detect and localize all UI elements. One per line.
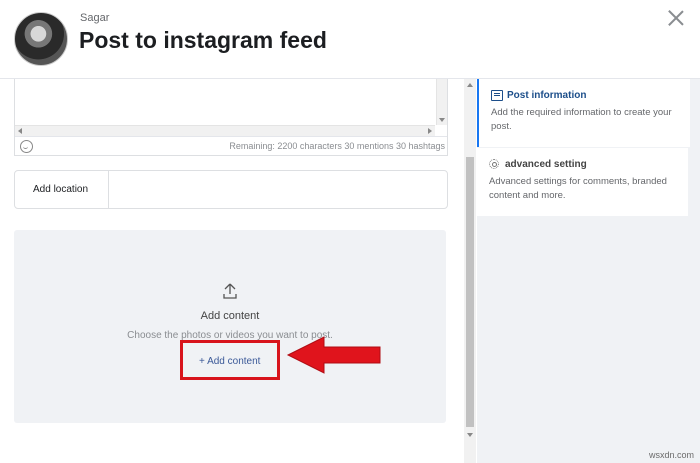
close-icon[interactable] — [667, 9, 685, 27]
form-scrollbar[interactable] — [464, 79, 476, 463]
caption-textarea[interactable]: Remaining: 2200 characters 30 mentions 3… — [14, 79, 448, 156]
scroll-up-icon[interactable] — [467, 83, 473, 87]
remaining-counter: Remaining: 2200 characters 30 mentions 3… — [229, 141, 445, 151]
caption-vertical-scrollbar[interactable] — [436, 79, 447, 125]
sidebar-item-title: Post information — [507, 90, 587, 101]
add-content-label: + Add content — [199, 356, 261, 367]
scrollbar-thumb[interactable] — [466, 157, 474, 427]
dialog-title: Post to instagram feed — [79, 27, 327, 53]
post-form: Remaining: 2200 characters 30 mentions 3… — [0, 79, 464, 463]
caption-footer: Remaining: 2200 characters 30 mentions 3… — [15, 136, 447, 156]
divider — [108, 171, 109, 208]
scroll-down-icon[interactable] — [439, 118, 445, 122]
sidebar-item-title: advanced setting — [505, 159, 587, 170]
sidebar-item-description: Advanced settings for comments, branded … — [489, 176, 667, 201]
caption-horizontal-scrollbar[interactable] — [15, 125, 435, 136]
red-arrow-annotation — [286, 336, 381, 374]
settings-sidebar: Post information Add the required inform… — [477, 79, 700, 463]
document-icon — [491, 90, 503, 101]
emoji-icon[interactable] — [20, 140, 33, 153]
account-name: Sagar — [80, 12, 110, 24]
scroll-left-icon[interactable] — [18, 128, 22, 134]
sidebar-item-post-information[interactable]: Post information Add the required inform… — [477, 79, 690, 147]
sidebar-item-description: Add the required information to create y… — [491, 107, 672, 132]
scroll-down-icon[interactable] — [467, 433, 473, 437]
scroll-right-icon[interactable] — [428, 128, 432, 134]
add-location-field[interactable]: Add location — [14, 170, 448, 209]
content-dropzone[interactable]: Add content Choose the photos or videos … — [14, 230, 446, 423]
add-location-label: Add location — [33, 184, 89, 195]
add-content-button[interactable]: + Add content — [180, 340, 280, 380]
upload-icon — [223, 283, 237, 299]
dropzone-title: Add content — [200, 310, 260, 322]
dialog-header: Sagar Post to instagram feed — [0, 0, 700, 79]
sidebar-item-advanced-setting[interactable]: advanced setting Advanced settings for c… — [477, 148, 688, 216]
avatar — [14, 12, 68, 66]
watermark: wsxdn.com — [648, 450, 694, 460]
gear-icon — [489, 159, 499, 169]
